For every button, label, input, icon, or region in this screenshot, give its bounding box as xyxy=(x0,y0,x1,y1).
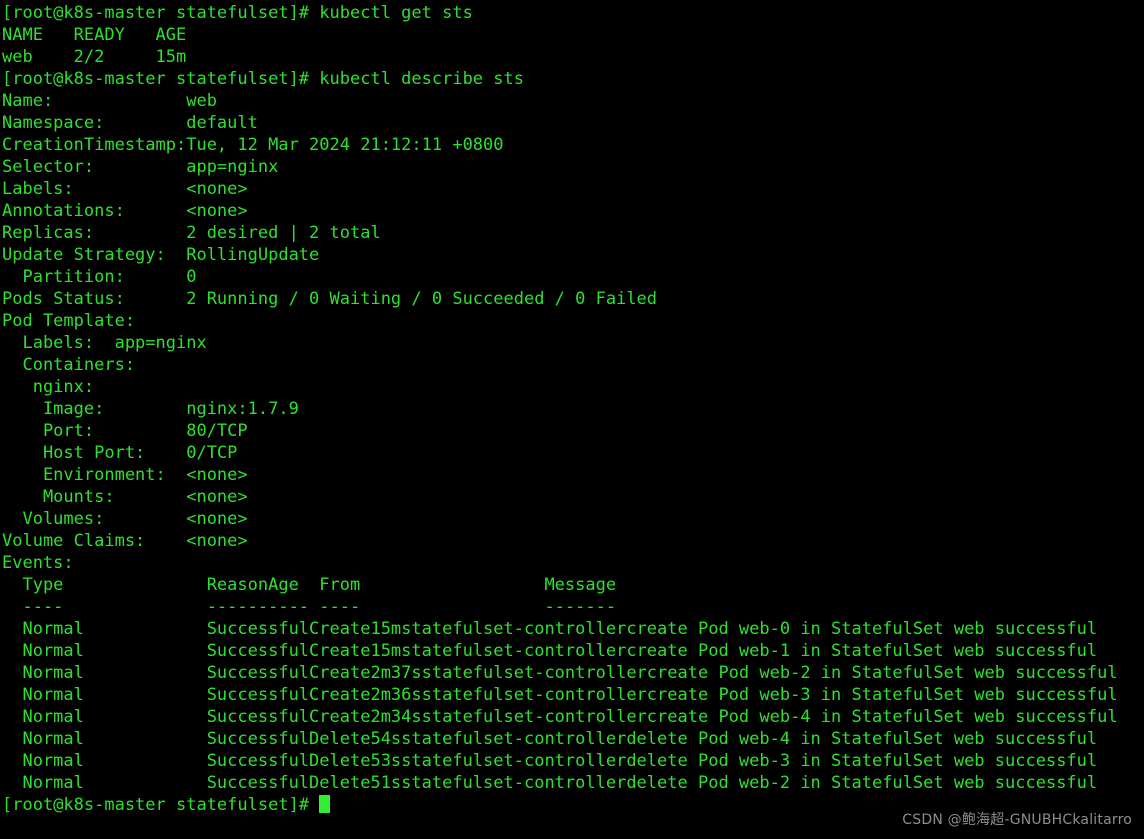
describe-field-row: CreationTimestamp:Tue, 12 Mar 2024 21:12… xyxy=(2,135,504,155)
container-name: nginx: xyxy=(2,377,95,397)
events-table-row: Normal SuccessfulCreate15mstatefulset-co… xyxy=(2,641,1098,661)
describe-field-row: Replicas: 2 desired | 2 total xyxy=(2,223,381,243)
watermark: CSDN @鲍海超-GNUBHCkalitarro xyxy=(902,812,1132,828)
pod-template-labels: Labels: app=nginx xyxy=(2,333,207,353)
container-field-row: Image: nginx:1.7.9 xyxy=(2,399,299,419)
sts-table-header: NAME READY AGE xyxy=(2,25,187,45)
prompt-line-command-2: [root@k8s-master statefulset]# kubectl d… xyxy=(2,69,524,89)
pod-template-containers: Containers: xyxy=(2,355,136,375)
events-table-row: Normal SuccessfulCreate15mstatefulset-co… xyxy=(2,619,1098,639)
events-heading: Events: xyxy=(2,553,74,573)
terminal-cursor xyxy=(319,795,331,813)
volumes-row: Volumes: <none> xyxy=(2,509,248,529)
events-table-row: Normal SuccessfulCreate2m34sstatefulset-… xyxy=(2,707,1118,727)
describe-field-row: Partition: 0 xyxy=(2,267,197,287)
sts-table-row: web 2/2 15m xyxy=(2,47,187,67)
events-table-row: Normal SuccessfulCreate2m36sstatefulset-… xyxy=(2,685,1118,705)
describe-field-row: Pods Status: 2 Running / 0 Waiting / 0 S… xyxy=(2,289,658,309)
describe-field-row: Namespace: default xyxy=(2,113,258,133)
events-table-header: Type ReasonAge From Message xyxy=(2,575,617,595)
container-field-row: Mounts: <none> xyxy=(2,487,248,507)
terminal-output: [root@k8s-master statefulset]# kubectl g… xyxy=(2,2,1144,816)
container-field-row: Host Port: 0/TCP xyxy=(2,443,238,463)
events-table-row: Normal SuccessfulCreate2m37sstatefulset-… xyxy=(2,663,1118,683)
events-table-row: Normal SuccessfulDelete53sstatefulset-co… xyxy=(2,751,1098,771)
describe-field-row: Update Strategy: RollingUpdate xyxy=(2,245,320,265)
events-table-separator: ---- ---------- ---- ------- xyxy=(2,597,617,617)
describe-field-row: Labels: <none> xyxy=(2,179,248,199)
pod-template-heading: Pod Template: xyxy=(2,311,136,331)
container-field-row: Environment: <none> xyxy=(2,465,248,485)
container-field-row: Port: 80/TCP xyxy=(2,421,248,441)
describe-field-row: Selector: app=nginx xyxy=(2,157,279,177)
volume-claims-row: Volume Claims: <none> xyxy=(2,531,248,551)
events-table-row: Normal SuccessfulDelete51sstatefulset-co… xyxy=(2,773,1098,793)
describe-field-row: Name: web xyxy=(2,91,217,111)
terminal-screen[interactable]: [root@k8s-master statefulset]# kubectl g… xyxy=(0,0,1144,839)
events-table-row: Normal SuccessfulDelete54sstatefulset-co… xyxy=(2,729,1098,749)
describe-field-row: Annotations: <none> xyxy=(2,201,248,221)
prompt-line-command-1: [root@k8s-master statefulset]# kubectl g… xyxy=(2,3,473,23)
